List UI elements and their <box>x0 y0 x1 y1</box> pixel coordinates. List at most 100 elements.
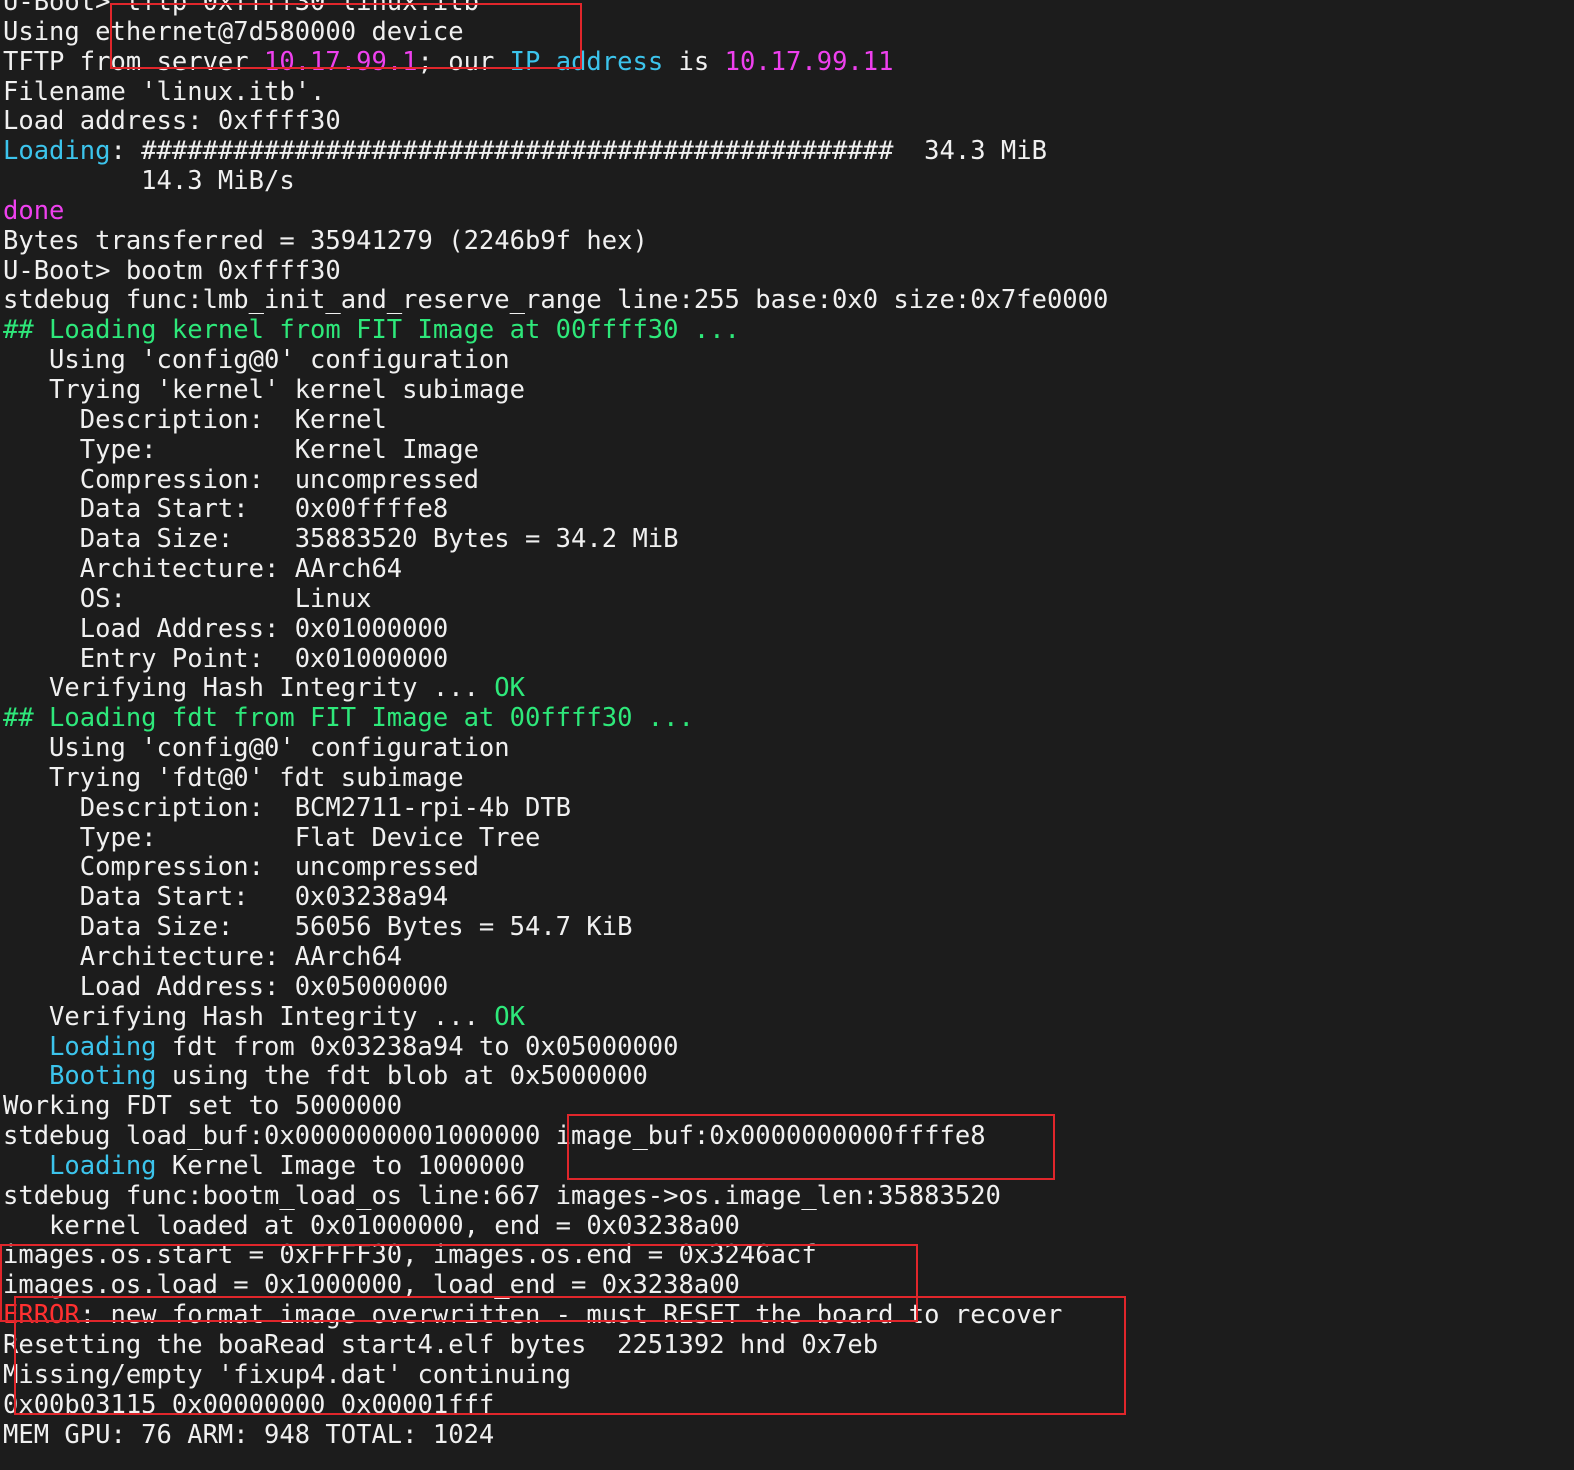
terminal-line: Trying 'fdt@0' fdt subimage <box>3 762 1574 794</box>
terminal-line: ERROR: new format image overwritten - mu… <box>3 1300 1574 1331</box>
terminal-line: stdebug func:lmb_init_and_reserve_range … <box>3 286 1574 316</box>
terminal-line: Trying 'kernel' kernel subimage <box>3 375 1574 406</box>
terminal-text-segment: Working FDT set to 5000000 <box>3 1091 403 1122</box>
terminal-line: stdebug load_buf:0x0000000001000000 imag… <box>3 1121 1574 1152</box>
terminal-text-segment: Architecture: AArch64 <box>3 942 403 972</box>
terminal-text-segment: Compression: uncompressed <box>3 464 479 495</box>
terminal-text-segment: Missing/empty 'fixup4.dat' continuing <box>3 1359 572 1390</box>
terminal-line: Load address: 0xffff30 <box>3 106 1574 137</box>
terminal-line: Data Size: 56056 Bytes = 54.7 KiB <box>3 912 1574 943</box>
terminal-text-segment: Description: Kernel <box>3 404 387 435</box>
terminal-text-segment: Verifying Hash Integrity ... <box>3 673 495 704</box>
terminal-text-segment: stdebug load_buf:0x0000000001000000 imag… <box>3 1121 986 1152</box>
terminal-text-segment: is <box>663 46 725 77</box>
terminal-text-segment: OK <box>494 1001 525 1032</box>
terminal-text-segment: ## Loading fdt from FIT Image at 00ffff3… <box>3 703 694 734</box>
terminal-text-segment: Kernel Image to 1000000 <box>156 1150 525 1181</box>
terminal-line: Using 'config@0' configuration <box>3 345 1574 376</box>
terminal-text-segment: Trying 'fdt@0' fdt subimage <box>3 762 464 793</box>
terminal-text-segment: stdebug func:lmb_init_and_reserve_range … <box>3 285 1109 316</box>
terminal-line: OS: Linux <box>3 583 1574 615</box>
terminal-text-segment: 10.17.99.11 <box>724 46 894 77</box>
terminal-text-segment: OK <box>494 673 525 704</box>
terminal-text-segment: Compression: uncompressed <box>3 852 479 883</box>
terminal-text-segment: U-Boot> tftp 0xffff30 linux.itb <box>3 0 479 17</box>
terminal-text-segment: kernel loaded at 0x01000000, end = 0x032… <box>3 1210 740 1241</box>
terminal-line: Booting using the fdt blob at 0x5000000 <box>3 1061 1574 1092</box>
terminal-text-segment: TFTP from server <box>3 46 264 77</box>
terminal-line: U-Boot> tftp 0xffff30 linux.itb <box>3 0 1574 18</box>
terminal-line: Compression: uncompressed <box>3 464 1574 496</box>
terminal-line: Load Address: 0x01000000 <box>3 613 1574 645</box>
terminal-text-segment: : ######################################… <box>110 136 1047 167</box>
terminal-line: Data Start: 0x00ffffe8 <box>3 494 1574 525</box>
terminal-text-segment: 14.3 MiB/s <box>3 166 295 197</box>
terminal-line: stdebug func:bootm_load_os line:667 imag… <box>3 1180 1574 1212</box>
terminal-text-segment: Load Address: 0x05000000 <box>3 971 449 1002</box>
terminal-text-segment: 10.17.99.1 <box>264 46 418 77</box>
terminal-line: 0x00b03115 0x00000000 0x00001fff <box>3 1390 1574 1421</box>
terminal-line: Description: BCM2711-rpi-4b DTB <box>3 792 1574 824</box>
terminal-text-segment: Type: Flat Device Tree <box>3 822 541 853</box>
terminal-line: Working FDT set to 5000000 <box>3 1091 1574 1122</box>
terminal-text-segment: Verifying Hash Integrity ... <box>3 1001 495 1032</box>
terminal-line: Using 'config@0' configuration <box>3 733 1574 764</box>
terminal-text-segment: images.os.load = 0x1000000, load_end = 0… <box>3 1270 740 1301</box>
terminal-text-segment: ERROR <box>3 1300 80 1331</box>
terminal-line: Description: Kernel <box>3 404 1574 436</box>
terminal-line: Resetting the boaRead start4.elf bytes 2… <box>3 1329 1574 1361</box>
terminal-line: Using ethernet@7d580000 device <box>3 16 1574 48</box>
terminal-text-segment: Booting <box>49 1061 157 1092</box>
terminal-text-segment: Data Size: 56056 Bytes = 54.7 KiB <box>3 912 633 943</box>
terminal-text-segment: Description: BCM2711-rpi-4b DTB <box>3 792 572 823</box>
terminal-text-segment: Loading <box>49 1031 157 1062</box>
terminal-text-segment: Filename 'linux.itb'. <box>3 76 326 107</box>
terminal-text-segment: IP address <box>509 46 664 77</box>
terminal-text-segment: Data Start: 0x03238a94 <box>3 882 449 913</box>
terminal-text-segment: Using 'config@0' configuration <box>3 733 510 764</box>
terminal-text-segment: Loading <box>49 1150 157 1181</box>
terminal-line: Architecture: AArch64 <box>3 554 1574 585</box>
terminal-text-segment: MEM GPU: 76 ARM: 948 TOTAL: 1024 <box>3 1419 495 1450</box>
terminal-line: Entry Point: 0x01000000 <box>3 644 1574 675</box>
terminal-line: images.os.start = 0xFFFF30, images.os.en… <box>3 1241 1574 1271</box>
terminal-line: Loading fdt from 0x03238a94 to 0x0500000… <box>3 1031 1574 1063</box>
terminal-text-segment: Architecture: AArch64 <box>3 554 403 585</box>
terminal-text-segment: Data Start: 0x00ffffe8 <box>3 494 449 525</box>
terminal-line: Missing/empty 'fixup4.dat' continuing <box>3 1359 1574 1391</box>
terminal-text-segment: stdebug func:bootm_load_os line:667 imag… <box>3 1180 1001 1211</box>
terminal-text-segment: Data Size: 35883520 Bytes = 34.2 MiB <box>3 524 679 555</box>
terminal-text-segment: Bytes transferred = 35941279 (2246b9f he… <box>3 225 648 256</box>
terminal-line: ## Loading fdt from FIT Image at 00ffff3… <box>3 703 1574 734</box>
terminal-text-segment: OS: Linux <box>3 583 372 614</box>
terminal-text-segment: U-Boot> bootm 0xffff30 <box>3 255 341 286</box>
terminal-line: done <box>3 195 1574 227</box>
terminal-line: Verifying Hash Integrity ... OK <box>3 673 1574 704</box>
terminal-text-segment: images.os.start = 0xFFFF30, images.os.en… <box>3 1240 817 1271</box>
terminal-text-segment: Resetting the boaRead start4.elf bytes 2… <box>3 1329 879 1360</box>
terminal-text-segment: : new format image overwritten - must RE… <box>79 1300 1063 1331</box>
terminal-line: 14.3 MiB/s <box>3 166 1574 197</box>
terminal-line: Verifying Hash Integrity ... OK <box>3 1001 1574 1033</box>
terminal-text-segment: Load address: 0xffff30 <box>3 106 341 137</box>
terminal-text-segment: Using ethernet@7d580000 device <box>3 16 464 47</box>
terminal-line: Load Address: 0x05000000 <box>3 971 1574 1003</box>
terminal-text-segment: done <box>3 195 65 226</box>
terminal-line: images.os.load = 0x1000000, load_end = 0… <box>3 1270 1574 1301</box>
terminal-text-segment: using the fdt blob at 0x5000000 <box>156 1061 648 1092</box>
terminal-text-segment: Loading <box>3 136 111 167</box>
terminal-text-segment: ; our <box>417 46 510 77</box>
terminal-text-segment: Type: Kernel Image <box>3 434 479 465</box>
terminal-line: ## Loading kernel from FIT Image at 00ff… <box>3 315 1574 346</box>
terminal-line: Bytes transferred = 35941279 (2246b9f he… <box>3 225 1574 257</box>
terminal-line: Loading Kernel Image to 1000000 <box>3 1150 1574 1182</box>
terminal-line: kernel loaded at 0x01000000, end = 0x032… <box>3 1210 1574 1242</box>
terminal-line: Filename 'linux.itb'. <box>3 76 1574 108</box>
terminal-text-segment: Using 'config@0' configuration <box>3 345 510 376</box>
terminal-line: Data Size: 35883520 Bytes = 34.2 MiB <box>3 524 1574 555</box>
terminal-line: Compression: uncompressed <box>3 853 1574 883</box>
terminal-text-segment: Load Address: 0x01000000 <box>3 613 449 644</box>
terminal-console[interactable]: U-Boot> tftp 0xffff30 linux.itb Using eth… <box>0 0 1574 1458</box>
